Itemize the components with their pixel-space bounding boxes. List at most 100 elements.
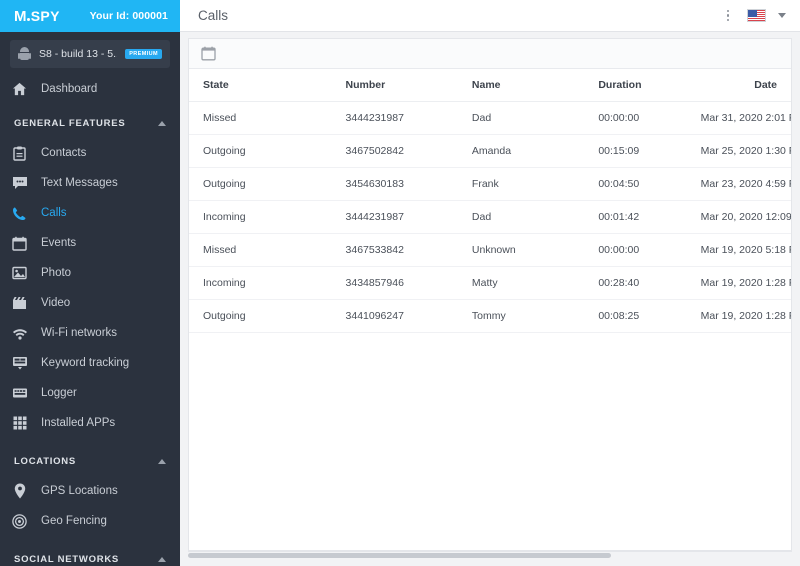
home-icon [11, 81, 28, 98]
sidebar-item-contacts[interactable]: Contacts [0, 138, 180, 168]
card-toolbar [189, 39, 791, 69]
table-row[interactable]: Missed 3467533842 Unknown 00:00:00 Mar 1… [189, 233, 791, 267]
logo-m: M [14, 7, 27, 25]
cell-state: Outgoing [189, 299, 346, 333]
sidebar: S8 - build 13 - 5.... PREMIUM Dashboard … [0, 32, 180, 566]
table-row[interactable]: Outgoing 3441096247 Tommy 00:08:25 Mar 1… [189, 299, 791, 333]
sidebar-item-wifi-networks[interactable]: Wi-Fi networks [0, 318, 180, 348]
table-row[interactable]: Outgoing 3454630183 Frank 00:04:50 Mar 2… [189, 167, 791, 201]
sidebar-item-installed-apps[interactable]: Installed APPs [0, 408, 180, 438]
cell-date: Mar 19, 2020 5:18 PM [700, 233, 791, 267]
cell-duration: 00:01:42 [598, 200, 701, 234]
cell-number: 3434857946 [345, 266, 472, 300]
cell-state: Outgoing [189, 167, 346, 201]
sidebar-section-social-networks[interactable]: SOCIAL NETWORKS [0, 544, 180, 566]
cell-number: 3454630183 [345, 167, 472, 201]
horizontal-scrollbar[interactable] [188, 551, 792, 558]
message-icon [11, 175, 28, 192]
cell-date: Mar 19, 2020 1:28 PM [700, 299, 791, 333]
scrollbar-thumb[interactable] [188, 553, 611, 558]
section-title: SOCIAL NETWORKS [14, 553, 120, 565]
logo-dot [26, 17, 30, 21]
sidebar-item-label: Keyword tracking [41, 357, 130, 369]
table-row[interactable]: Incoming 3434857946 Matty 00:28:40 Mar 1… [189, 266, 791, 300]
cell-duration: 00:04:50 [598, 167, 701, 201]
cell-date: Mar 25, 2020 1:30 PM [700, 134, 791, 168]
cell-duration: 00:08:25 [598, 299, 701, 333]
chevron-down-icon[interactable] [778, 13, 786, 18]
premium-badge: PREMIUM [125, 49, 162, 59]
chevron-up-icon [158, 458, 166, 464]
table-header-row: State Number Name Duration Date [189, 69, 791, 102]
cell-name: Dad [471, 200, 599, 234]
phone-icon [11, 205, 28, 222]
table-row[interactable]: Outgoing 3467502842 Amanda 00:15:09 Mar … [189, 134, 791, 168]
sidebar-item-dashboard[interactable]: Dashboard [0, 74, 180, 104]
sidebar-item-events[interactable]: Events [0, 228, 180, 258]
cell-date: Mar 19, 2020 1:28 PM [700, 266, 791, 300]
cell-name: Tommy [471, 299, 599, 333]
more-vertical-icon[interactable] [721, 8, 735, 24]
device-name: S8 - build 13 - 5.... [39, 48, 118, 60]
sidebar-item-keyword-tracking[interactable]: Keyword tracking [0, 348, 180, 378]
cell-date: Mar 31, 2020 2:01 PM [700, 101, 791, 135]
sidebar-item-label: Photo [41, 267, 72, 279]
sidebar-item-label: Dashboard [41, 83, 98, 95]
brand-bar: M SPY Your Id: 000001 [0, 0, 180, 32]
device-selector[interactable]: S8 - build 13 - 5.... PREMIUM [10, 40, 170, 68]
cell-name: Unknown [471, 233, 599, 267]
cell-number: 3467533842 [345, 233, 472, 267]
keyboard-icon [11, 385, 28, 402]
table-row[interactable]: Missed 3444231987 Dad 00:00:00 Mar 31, 2… [189, 101, 791, 135]
cell-duration: 00:15:09 [598, 134, 701, 168]
target-icon [11, 513, 28, 530]
sidebar-item-label: Contacts [41, 147, 87, 159]
sidebar-item-text-messages[interactable]: Text Messages [0, 168, 180, 198]
sidebar-item-label: GPS Locations [41, 485, 118, 497]
sidebar-item-label: Video [41, 297, 71, 309]
sidebar-section-general-features[interactable]: GENERAL FEATURES [0, 108, 180, 138]
sidebar-item-label: Logger [41, 387, 77, 399]
chevron-up-icon [158, 120, 166, 126]
us-flag-icon[interactable] [747, 9, 766, 22]
cell-state: Missed [189, 101, 346, 135]
grid-apps-icon [11, 415, 28, 432]
table-row[interactable]: Incoming 3444231987 Dad 00:01:42 Mar 20,… [189, 200, 791, 234]
cell-number: 3441096247 [345, 299, 472, 333]
section-title: GENERAL FEATURES [14, 117, 126, 129]
cell-duration: 00:00:00 [598, 101, 701, 135]
cell-duration: 00:28:40 [598, 266, 701, 300]
column-header-date[interactable]: Date [700, 69, 791, 102]
cell-number: 3467502842 [345, 134, 472, 168]
column-header-number[interactable]: Number [345, 69, 472, 102]
app-body: S8 - build 13 - 5.... PREMIUM Dashboard … [0, 32, 800, 566]
sidebar-item-label: Installed APPs [41, 417, 116, 429]
sidebar-item-logger[interactable]: Logger [0, 378, 180, 408]
cell-state: Outgoing [189, 134, 346, 168]
chevron-up-icon [158, 556, 166, 562]
column-header-state[interactable]: State [189, 69, 346, 102]
cell-state: Incoming [189, 266, 346, 300]
sidebar-item-geo-fencing[interactable]: Geo Fencing [0, 506, 180, 536]
column-header-duration[interactable]: Duration [598, 69, 701, 102]
sidebar-item-label: Text Messages [41, 177, 118, 189]
wifi-icon [11, 325, 28, 342]
calls-table: State Number Name Duration Date Missed 3… [189, 69, 791, 333]
cell-duration: 00:00:00 [598, 233, 701, 267]
cell-name: Frank [471, 167, 599, 201]
sidebar-section-locations[interactable]: LOCATIONS [0, 446, 180, 476]
mspy-logo[interactable]: M SPY [14, 8, 60, 25]
calendar-icon[interactable] [201, 46, 216, 61]
table-body: Missed 3444231987 Dad 00:00:00 Mar 31, 2… [189, 101, 791, 333]
sidebar-item-label: Events [41, 237, 77, 249]
column-header-name[interactable]: Name [471, 69, 599, 102]
keyword-icon [11, 355, 28, 372]
sidebar-item-photo[interactable]: Photo [0, 258, 180, 288]
calls-table-wrapper: State Number Name Duration Date Missed 3… [189, 69, 791, 550]
sidebar-item-gps-locations[interactable]: GPS Locations [0, 476, 180, 506]
sidebar-item-video[interactable]: Video [0, 288, 180, 318]
android-icon [18, 47, 31, 61]
cell-date: Mar 20, 2020 12:09 PM [700, 200, 791, 234]
app-root: M SPY Your Id: 000001 Calls S8 - build 13… [0, 0, 800, 566]
sidebar-item-calls[interactable]: Calls [0, 198, 180, 228]
